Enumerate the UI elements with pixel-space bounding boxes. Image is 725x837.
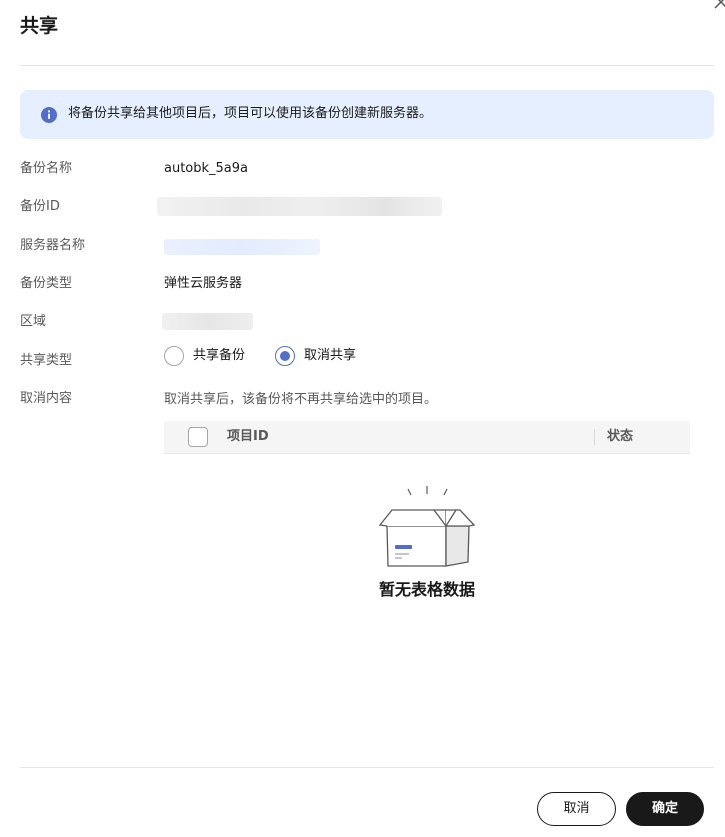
close-icon[interactable] xyxy=(711,0,725,12)
project-table-header: 项目ID 状态 xyxy=(164,421,690,454)
backup-id-redacted xyxy=(157,197,442,216)
backup-type-label: 备份类型 xyxy=(20,276,73,291)
cancel-content-hint: 取消共享后，该备份将不再共享给选中的项目。 xyxy=(164,392,438,407)
column-status[interactable]: 状态 xyxy=(607,428,633,446)
empty-table-text: 暂无表格数据 xyxy=(378,580,475,599)
info-banner: 将备份共享给其他项目后，项目可以使用该备份创建新服务器。 xyxy=(20,90,714,139)
column-separator xyxy=(594,429,595,445)
server-name-redacted xyxy=(164,239,320,255)
server-name-label: 服务器名称 xyxy=(20,238,86,253)
dialog-title: 共享 xyxy=(20,15,59,37)
header-divider xyxy=(20,65,714,66)
backup-id-label: 备份ID xyxy=(20,199,60,214)
column-project-id[interactable]: 项目ID xyxy=(227,428,269,446)
radio-cancel-share-label[interactable]: 取消共享 xyxy=(304,347,356,365)
backup-name-label: 备份名称 xyxy=(20,161,73,176)
cancel-button[interactable]: 取消 xyxy=(537,792,616,826)
radio-cancel-share[interactable] xyxy=(275,346,295,366)
backup-name-value: autobk_5a9a xyxy=(164,161,249,176)
radio-share-backup-label[interactable]: 共享备份 xyxy=(193,347,245,365)
region-label: 区域 xyxy=(20,314,47,329)
share-dialog: 共享 将备份共享给其他项目后，项目可以使用该备份创建新服务器。 备份名称 aut… xyxy=(0,0,725,837)
select-all-checkbox[interactable] xyxy=(188,427,208,447)
region-redacted xyxy=(162,313,253,330)
cancel-content-label: 取消内容 xyxy=(20,391,73,406)
info-text: 将备份共享给其他项目后，项目可以使用该备份创建新服务器。 xyxy=(68,106,433,121)
footer-divider xyxy=(20,767,714,768)
info-icon xyxy=(41,107,57,123)
confirm-button[interactable]: 确定 xyxy=(626,792,704,826)
share-type-label: 共享类型 xyxy=(20,353,73,368)
empty-box-icon xyxy=(378,486,476,567)
radio-share-backup[interactable] xyxy=(164,346,184,366)
backup-type-value: 弹性云服务器 xyxy=(164,276,243,291)
